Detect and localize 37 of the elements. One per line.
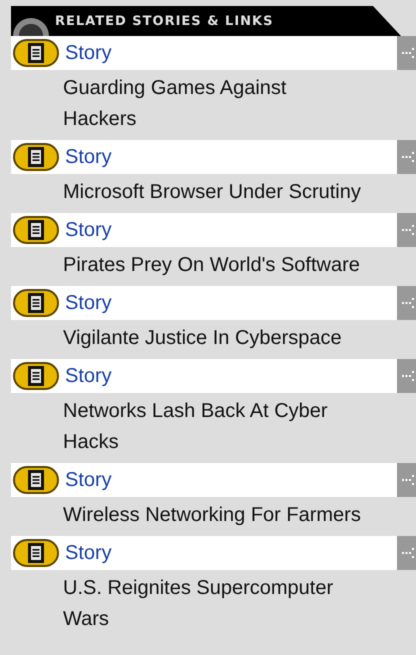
more-button[interactable] — [397, 213, 416, 247]
document-icon — [13, 288, 59, 318]
story-title: Guarding Games Against Hackers — [63, 77, 286, 130]
more-button[interactable] — [397, 536, 416, 570]
more-button[interactable] — [397, 36, 416, 70]
dots-icon — [402, 151, 414, 163]
dots-icon — [402, 47, 414, 59]
story-link[interactable]: Story — [65, 218, 112, 242]
story-link[interactable]: Story — [65, 542, 112, 564]
story-link[interactable]: Story — [65, 468, 112, 492]
dots-icon — [402, 474, 414, 486]
more-button[interactable] — [397, 140, 416, 174]
story-title: Wireless Networking For Farmers — [63, 504, 361, 526]
document-icon — [13, 538, 59, 568]
story-title: U.S. Reignites Supercomputer Wars — [63, 577, 334, 630]
document-icon — [13, 361, 59, 391]
story-link[interactable]: Story — [65, 292, 112, 314]
story-title: Pirates Prey On World's Software — [63, 254, 360, 276]
section-title: RELATED STORIES & LINKS — [55, 14, 274, 28]
story-link[interactable]: Story — [65, 146, 112, 168]
story-title: Networks Lash Back At Cyber Hacks — [63, 400, 328, 453]
story-link[interactable]: Story — [65, 42, 112, 64]
more-button[interactable] — [397, 359, 416, 393]
document-icon — [13, 142, 59, 172]
document-icon — [13, 215, 59, 245]
story-link[interactable]: Story — [65, 364, 112, 388]
document-icon — [13, 38, 59, 68]
globe-icon — [13, 18, 49, 36]
story-title: Vigilante Justice In Cyberspace — [63, 327, 342, 349]
more-button[interactable] — [397, 463, 416, 497]
dots-icon — [402, 547, 414, 559]
more-button[interactable] — [397, 286, 416, 320]
dots-icon — [402, 224, 414, 236]
document-icon — [13, 465, 59, 495]
dots-icon — [402, 297, 414, 309]
story-title: Microsoft Browser Under Scrutiny — [63, 181, 361, 203]
dots-icon — [402, 370, 414, 382]
